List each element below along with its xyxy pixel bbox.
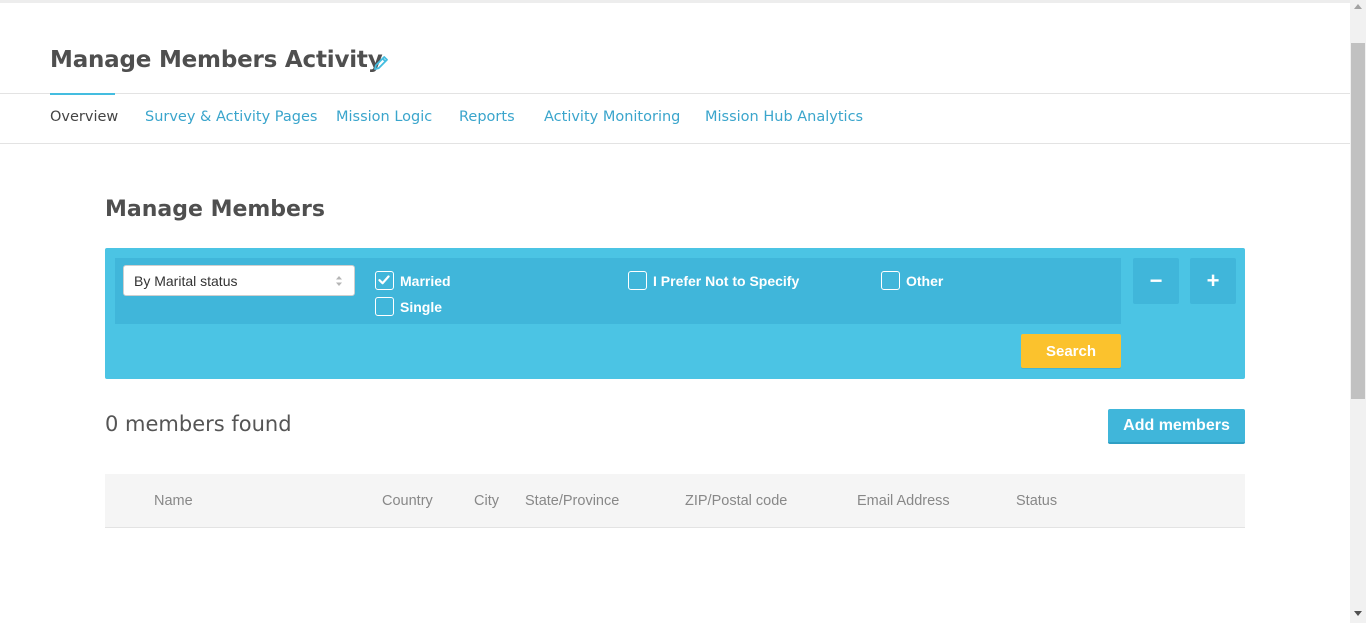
- checkbox-unchecked-icon[interactable]: [628, 271, 647, 290]
- tab-overview[interactable]: Overview: [50, 109, 118, 125]
- checkbox-checked-icon[interactable]: [375, 271, 394, 290]
- column-header-zip-postal-code[interactable]: ZIP/Postal code: [685, 493, 787, 509]
- filter-type-select[interactable]: By Marital status: [123, 265, 355, 296]
- remove-filter-button[interactable]: −: [1133, 258, 1179, 304]
- column-header-name[interactable]: Name: [154, 493, 193, 509]
- column-header-country[interactable]: Country: [382, 493, 433, 509]
- tab-mission-hub-analytics[interactable]: Mission Hub Analytics: [705, 109, 863, 125]
- add-filter-button[interactable]: +: [1190, 258, 1236, 304]
- members-count: 0 members found: [105, 412, 292, 436]
- page-title: Manage Members Activity: [50, 47, 383, 73]
- tab-mission-logic[interactable]: Mission Logic: [336, 109, 432, 125]
- tab-survey-activity-pages[interactable]: Survey & Activity Pages: [145, 109, 317, 125]
- add-members-button[interactable]: Add members: [1108, 409, 1245, 444]
- scrollbar-thumb[interactable]: [1351, 43, 1365, 399]
- checkbox-unchecked-icon[interactable]: [375, 297, 394, 316]
- column-header-city[interactable]: City: [474, 493, 499, 509]
- checkbox-single[interactable]: Single: [375, 297, 442, 316]
- column-header-state-province[interactable]: State/Province: [525, 493, 619, 509]
- page-header: Manage Members Activity: [0, 0, 1350, 94]
- select-arrows-icon: [334, 274, 344, 288]
- scroll-up-arrow-icon[interactable]: [1354, 4, 1362, 9]
- members-table-header: Name Country City State/Province ZIP/Pos…: [105, 474, 1245, 528]
- column-header-email-address[interactable]: Email Address: [857, 493, 950, 509]
- filter-panel: By Marital status Married Single I Prefe…: [105, 248, 1245, 379]
- pencil-icon[interactable]: [372, 54, 390, 72]
- checkbox-other[interactable]: Other: [881, 271, 943, 290]
- checkbox-single-label: Single: [400, 298, 443, 315]
- vertical-scrollbar[interactable]: [1350, 0, 1366, 623]
- filter-type-value: By Marital status: [134, 273, 238, 289]
- checkbox-other-label: Other: [906, 272, 944, 289]
- active-tab-indicator: [50, 93, 115, 95]
- tab-bar: Overview Survey & Activity Pages Mission…: [0, 93, 1350, 144]
- checkbox-prefer-not-to-specify-label: I Prefer Not to Specify: [653, 272, 800, 289]
- tab-reports[interactable]: Reports: [459, 109, 515, 125]
- checkbox-married-label: Married: [400, 272, 451, 289]
- column-header-status[interactable]: Status: [1016, 493, 1057, 509]
- checkbox-prefer-not-to-specify[interactable]: I Prefer Not to Specify: [628, 271, 799, 290]
- checkbox-unchecked-icon[interactable]: [881, 271, 900, 290]
- section-title: Manage Members: [105, 197, 325, 222]
- scroll-down-arrow-icon[interactable]: [1354, 611, 1362, 616]
- checkbox-married[interactable]: Married: [375, 271, 451, 290]
- filter-row: By Marital status Married Single I Prefe…: [115, 258, 1121, 324]
- search-button[interactable]: Search: [1021, 334, 1121, 368]
- tab-activity-monitoring[interactable]: Activity Monitoring: [544, 109, 680, 125]
